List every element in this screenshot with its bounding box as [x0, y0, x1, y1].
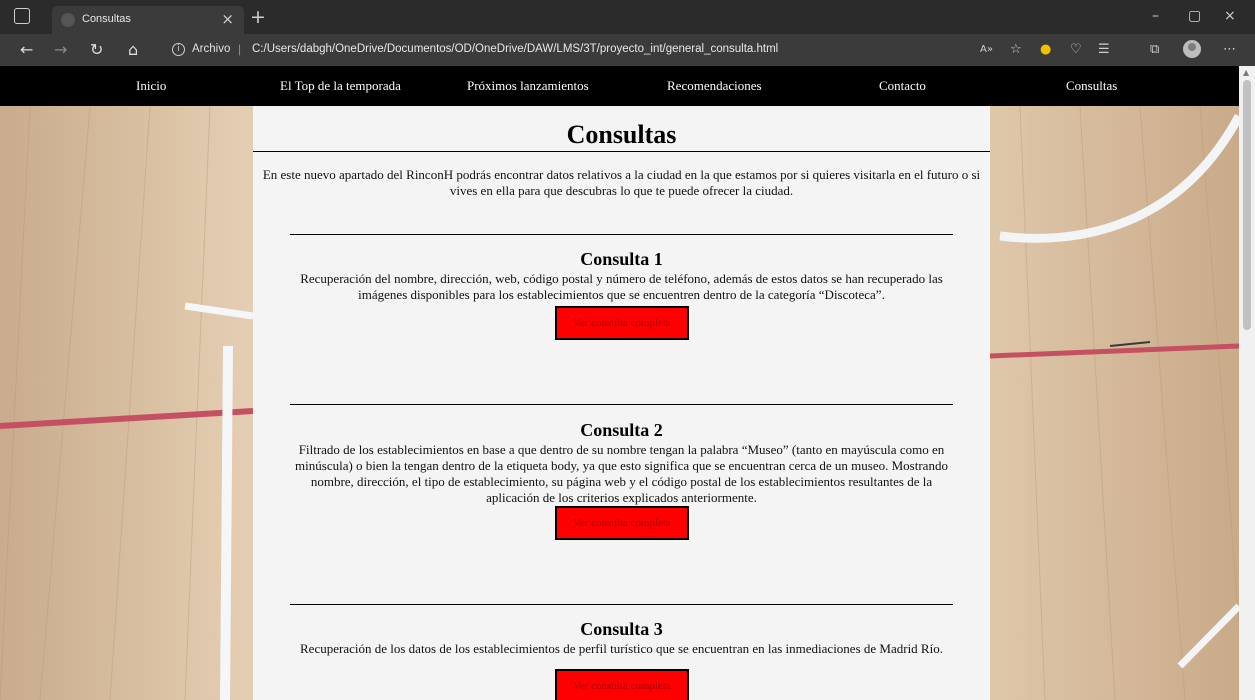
tab-actions-icon[interactable]	[14, 8, 30, 24]
section-title-consulta-2: Consulta 2	[580, 420, 663, 440]
scroll-up-icon[interactable]: ▲	[1243, 68, 1249, 77]
forward-arrow-icon[interactable]: →	[54, 40, 67, 59]
ver-consulta-2-button[interactable]: Ver consulta completa	[555, 506, 689, 540]
nav-link-proximos-lanzamientos[interactable]: Próximos lanzamientos	[467, 78, 589, 94]
page-scrollbar[interactable]: ▲	[1239, 66, 1255, 700]
site-navbar: Inicio El Top de la temporada Próximos l…	[0, 66, 1239, 106]
ver-consulta-3-button[interactable]: Ver consulta completa	[555, 669, 689, 700]
info-icon[interactable]: i	[172, 43, 185, 56]
nav-link-inicio[interactable]: Inicio	[136, 78, 166, 94]
intro-paragraph: En este nuevo apartado del RinconH podrá…	[262, 167, 981, 198]
home-icon[interactable]: ⌂	[128, 40, 138, 59]
title-divider	[253, 151, 990, 152]
back-arrow-icon[interactable]: ←	[20, 40, 33, 59]
restore-icon[interactable]: ▢	[1188, 8, 1201, 24]
browser-toolbar: ← → ↻ ⌂ i Archivo | C:/Users/dabgh/OneDr…	[0, 34, 1255, 66]
favorites-icon[interactable]: ☰	[1098, 42, 1110, 57]
browser-tab[interactable]: Consultas ×	[52, 6, 244, 34]
nav-link-top-temporada[interactable]: El Top de la temporada	[280, 78, 401, 94]
page-title: Consultas	[566, 120, 677, 149]
section-description-consulta-3: Recuperación de los datos de los estable…	[300, 641, 943, 656]
nav-link-contacto[interactable]: Contacto	[879, 78, 926, 94]
address-bar[interactable]: i Archivo | C:/Users/dabgh/OneDrive/Docu…	[164, 38, 1030, 62]
tab-close-icon[interactable]: ×	[221, 10, 234, 28]
ver-consulta-1-button[interactable]: Ver consulta completa	[555, 306, 689, 340]
url-separator: |	[238, 42, 242, 56]
page-viewport: Inicio El Top de la temporada Próximos l…	[0, 66, 1239, 700]
more-icon[interactable]: ⋯	[1223, 42, 1236, 57]
browser-essentials-icon[interactable]: ♡	[1070, 42, 1082, 57]
read-aloud-icon[interactable]: A»	[980, 44, 993, 55]
section-description-consulta-2: Filtrado de los establecimientos en base…	[295, 442, 948, 505]
section-title-consulta-3: Consulta 3	[580, 619, 663, 639]
add-favorite-icon[interactable]: ☆	[1010, 42, 1022, 57]
section-title-consulta-1: Consulta 1	[580, 249, 663, 269]
browser-tab-strip: Consultas × + – ▢ ×	[0, 0, 1255, 34]
profile-icon[interactable]	[1183, 40, 1201, 58]
refresh-icon[interactable]: ↻	[90, 40, 103, 59]
scheme-label: Archivo	[192, 43, 231, 55]
section-description-consulta-1: Recuperación del nombre, dirección, web,…	[300, 271, 943, 302]
nav-link-consultas[interactable]: Consultas	[1066, 78, 1117, 94]
scroll-thumb[interactable]	[1243, 80, 1251, 330]
minimize-icon[interactable]: –	[1152, 8, 1159, 24]
nav-link-recomendaciones[interactable]: Recomendaciones	[667, 78, 762, 94]
extension-icon[interactable]: ●	[1040, 42, 1051, 57]
tab-title: Consultas	[82, 13, 131, 25]
url-text[interactable]: C:/Users/dabgh/OneDrive/Documentos/OD/On…	[252, 43, 778, 55]
tab-favicon-icon	[61, 13, 75, 27]
section-divider	[290, 404, 953, 405]
window-close-icon[interactable]: ×	[1224, 8, 1236, 24]
section-divider	[290, 234, 953, 235]
section-divider	[290, 604, 953, 605]
new-tab-icon[interactable]: +	[250, 6, 266, 28]
collections-icon[interactable]: ⧉	[1150, 42, 1159, 57]
main-content: Consultas En este nuevo apartado del Rin…	[253, 106, 990, 700]
